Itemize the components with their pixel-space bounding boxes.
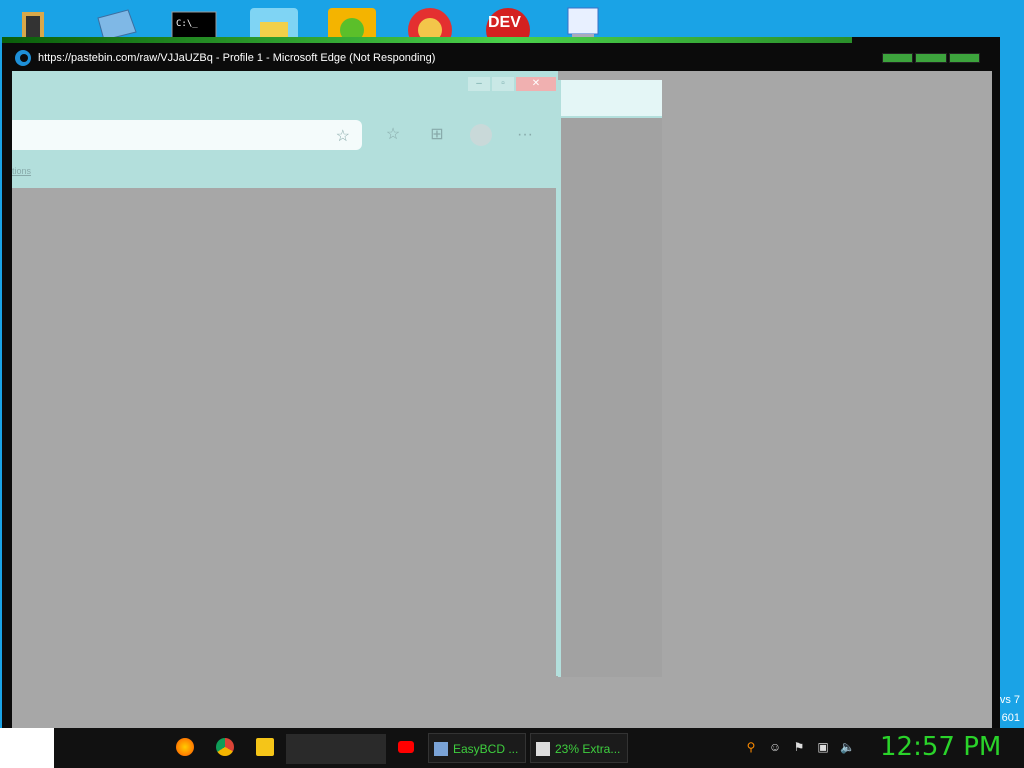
minimize-button[interactable] <box>882 53 914 63</box>
svg-text:C:\_: C:\_ <box>176 19 198 29</box>
desktop-edge <box>1000 88 1024 728</box>
task-label: 23% Extra... <box>555 742 621 756</box>
emoji-icon[interactable]: ☺ <box>768 740 782 754</box>
action-center-flag-icon[interactable]: ⚑ <box>792 740 806 754</box>
ghost-side-panel <box>558 80 662 677</box>
title-bar[interactable]: https://pastebin.com/raw/VJJaUZBq - Prof… <box>2 45 1000 71</box>
ghost-side-edge <box>558 80 561 677</box>
edge-window[interactable]: https://pastebin.com/raw/VJJaUZBq - Prof… <box>2 37 1000 728</box>
ghost-browser: – ▫ ✕ ☆ ☆ ⊞ ··· tions <box>12 71 559 676</box>
taskbar: EasyBCD ... 23% Extra... ⚲ ☺ ⚑ ▣ 🔈 12:57… <box>54 728 1024 768</box>
ghost-side-header <box>558 80 662 118</box>
minimize-icon: – <box>468 77 490 91</box>
more-options-icon[interactable]: ··· <box>514 124 536 146</box>
close-icon: ✕ <box>516 77 556 91</box>
taskbar-button-easybcd[interactable]: EasyBCD ... <box>428 733 526 763</box>
browser-toolbar-icons: ☆ ⊞ ··· <box>382 124 536 146</box>
desktop-side-text: vs 7 <box>999 694 1020 706</box>
system-tray: ⚲ ☺ ⚑ ▣ 🔈 <box>744 740 855 754</box>
window-controls <box>882 53 980 63</box>
ghost-caption-buttons: – ▫ ✕ <box>468 77 556 91</box>
ghost-toolbar: – ▫ ✕ ☆ ☆ ⊞ ··· tions <box>12 71 558 188</box>
taskbar-clock[interactable]: 12:57 PM <box>880 732 1001 762</box>
edge-icon <box>14 49 32 67</box>
dev-label: DEV <box>488 14 521 31</box>
favorites-icon[interactable]: ☆ <box>382 124 404 146</box>
desktop-side-text: 601 <box>1001 712 1020 724</box>
window-client-area: – ▫ ✕ ☆ ☆ ⊞ ··· tions <box>12 71 992 728</box>
youtube-icon[interactable] <box>398 741 414 753</box>
firefox-icon[interactable] <box>176 738 194 756</box>
taskbar-button-7zip[interactable]: 23% Extra... <box>530 733 628 763</box>
window-title: https://pastebin.com/raw/VJJaUZBq - Prof… <box>38 52 436 64</box>
profile-avatar-icon[interactable] <box>470 124 492 146</box>
easybcd-icon <box>434 742 448 756</box>
network-tray-icon[interactable]: ▣ <box>816 740 830 754</box>
maximize-button[interactable] <box>915 53 947 63</box>
explorer-icon[interactable] <box>256 738 274 756</box>
collections-icon[interactable]: ⊞ <box>426 124 448 146</box>
volume-icon[interactable]: 🔈 <box>840 740 855 754</box>
add-favorite-icon[interactable]: ☆ <box>336 126 350 146</box>
start-area[interactable] <box>0 728 54 768</box>
taskbar-slot[interactable] <box>286 734 386 764</box>
window-accent-bar <box>2 37 852 43</box>
close-button[interactable] <box>948 53 980 63</box>
7zip-icon <box>536 742 550 756</box>
task-label: EasyBCD ... <box>453 742 519 756</box>
address-bar[interactable]: ☆ <box>12 120 362 150</box>
chrome-icon[interactable] <box>216 738 234 756</box>
favorites-bar-link[interactable]: tions <box>12 166 31 176</box>
restore-icon: ▫ <box>492 77 514 91</box>
search-icon[interactable]: ⚲ <box>744 740 758 754</box>
